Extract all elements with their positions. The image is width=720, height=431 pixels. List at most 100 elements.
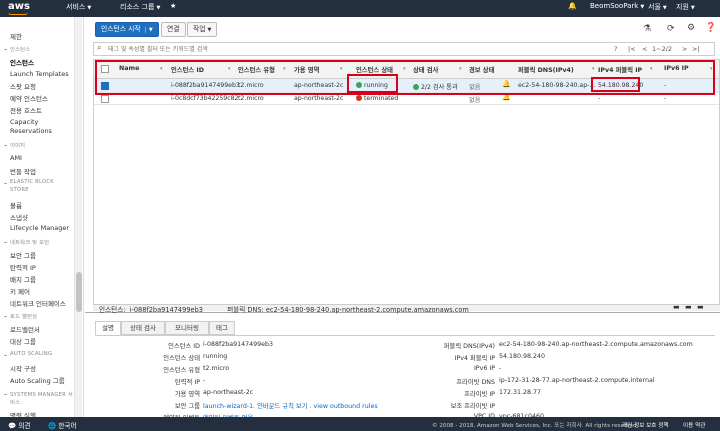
collapse-caret-icon[interactable] [4,145,7,146]
next-page-icon[interactable]: > [682,45,687,53]
prev-page-icon[interactable]: < [642,45,647,53]
sidebar-item[interactable]: Auto Scaling 그룹 [10,375,65,385]
collapse-caret-icon[interactable] [4,242,7,243]
sidebar-item[interactable]: 탄력적 IP [10,262,36,272]
sidebar-item[interactable]: 번들 작업 [10,166,36,176]
panel-bottom-icon[interactable]: ▬ [673,303,680,311]
sidebar-item[interactable]: 보안 그룹 [10,250,36,260]
chat-icon: 💬 [8,422,17,430]
collapse-caret-icon[interactable] [4,49,7,50]
detail-label: 가용 영역 [174,391,200,398]
sidebar-item[interactable]: 인스턴스 [10,57,34,67]
sidebar-item[interactable]: Launch Templates [10,70,69,78]
first-page-icon[interactable]: |< [628,45,636,53]
sidebar-item[interactable]: AMI [10,154,22,162]
sidebar-section-caption: SYSTEMS MANAGER 서 [10,392,73,398]
collapse-caret-icon[interactable] [4,394,7,395]
privacy-link[interactable]: 개인 정보 보호 정책 [622,421,669,429]
panel-split-icon[interactable]: ▬ [685,303,692,311]
aws-logo[interactable]: aws [8,1,30,15]
launch-instance-button[interactable]: 인스턴스 시작 ▼ [95,22,159,37]
chevron-down-icon[interactable]: ▼ [144,27,153,33]
detail-label: 퍼블릭 DNS(IPv4) [443,343,495,350]
sidebar: 제한 인스턴스 인스턴스 Launch Templates 스팟 요청 예약 인스턴스 전용… [0,17,84,417]
detail-value[interactable]: launch-wizard-1. 인바운드 규칙 보기 . view outbo… [203,401,378,410]
sidebar-item[interactable]: 배치 그룹 [10,274,36,284]
sidebar-item[interactable]: 대상 그룹 [10,336,36,346]
chevron-down-icon: ▼ [662,5,667,11]
feedback-link[interactable]: 💬 의견 [8,420,30,430]
sidebar-item[interactable]: 스팟 요청 [10,81,36,91]
support-label: 지원 [676,3,689,11]
sidebar-item[interactable]: 전용 호스트 [10,105,42,115]
sidebar-item[interactable]: 시작 구성 [10,363,36,373]
sidebar-item[interactable]: 키 페어 [10,286,30,296]
tab-tags[interactable]: 태그 [209,321,235,335]
collapse-caret-icon[interactable] [4,183,7,184]
sidebar-item[interactable]: Capacity [10,118,38,126]
detail-dns: ec2-54-180-98-240.ap-northeast-2.compute… [265,306,469,314]
tab-description[interactable]: 설명 [95,321,121,335]
resource-groups-menu[interactable]: 리소스 그룹 ▼ [120,2,160,12]
panel-top-icon[interactable]: ▬ [697,303,704,311]
terms-link[interactable]: 이용 약관 [683,421,705,429]
sidebar-item[interactable]: 스냅샷 [10,212,28,222]
filter-search-bar[interactable]: ⌕ ? |< < 1~2/2 > >| [93,42,715,56]
sidebar-item[interactable]: 로드밸런서 [10,324,40,334]
services-menu[interactable]: 서비스 ▼ [66,2,91,12]
refresh-icon[interactable]: ⟳ [667,24,675,34]
user-name: BeomSooPark [590,2,639,10]
detail-value: - [203,377,206,384]
collapse-caret-icon[interactable] [4,355,7,356]
sidebar-item[interactable]: Lifecycle Manager [10,224,69,232]
pin-icon[interactable]: ★ [170,2,176,10]
help-icon[interactable]: ❓ [705,23,716,33]
bell-icon[interactable]: 🔔 [568,2,577,10]
user-menu[interactable]: BeomSooPark ▼ [590,2,644,10]
flask-icon[interactable]: ⚗ [643,24,651,34]
help-circle-icon[interactable]: ? [614,45,617,53]
support-menu[interactable]: 지원 ▼ [676,2,695,12]
detail-label: IPv4 퍼블릭 IP [454,355,495,362]
detail-value: ec2-54-180-98-240.ap-northeast-2.compute… [499,341,693,348]
sidebar-section-caption: 인스턴스 [10,47,31,53]
sidebar-scrollbar[interactable] [74,17,82,417]
detail-label: 탄력적 IP [174,379,200,386]
row-checkbox[interactable] [101,95,109,103]
language-selector[interactable]: 🌐 한국어 [48,420,77,430]
sidebar-item[interactable]: Reservations [10,127,52,135]
ipv6-ip: - [664,95,667,102]
detail-label: 인스턴스 유형 [163,367,200,374]
gear-icon[interactable]: ⚙ [687,23,695,33]
search-input[interactable] [108,44,588,54]
sidebar-item[interactable]: 명령 실행 [10,410,36,417]
connect-button[interactable]: 연결 [161,22,186,37]
sidebar-item[interactable]: 네트워크 인터페이스 [10,298,66,308]
globe-icon: 🌐 [48,422,57,430]
sidebar-item[interactable]: 볼륨 [10,200,22,210]
region-label: 서울 [648,3,661,11]
chevron-down-icon: ▼ [640,4,645,10]
region-menu[interactable]: 서울 ▼ [648,2,667,12]
sidebar-item[interactable]: 예약 인스턴스 [10,93,48,103]
instances-table: Name ▾ 인스턴스 ID ▾ 인스턴스 유형 ▾ 가용 영역 ▾ 인스턴스 … [93,59,720,305]
tab-monitoring[interactable]: 모니터링 [165,321,209,335]
detail-label: 인스턴스 상태 [163,355,200,362]
page-info: 1~2/2 [652,45,673,53]
last-page-icon[interactable]: >| [692,45,700,53]
detail-value: i-088f2ba9147499eb3 [203,341,274,348]
sidebar-section-caption: STORE [10,187,29,193]
launch-instance-label: 인스턴스 시작 [101,25,141,33]
aws-smile-icon [8,12,28,15]
scrollbar-thumb[interactable] [76,272,82,312]
actions-button[interactable]: 작업 ▼ [187,22,218,37]
sidebar-item[interactable]: 제한 [10,31,22,41]
tab-status-checks[interactable]: 상태 검사 [121,321,165,335]
detail-value: 54.180.98.240 [499,353,546,360]
chevron-down-icon: ▼ [207,27,212,33]
sidebar-section-caption: ELASTIC BLOCK [10,179,54,185]
instance-type: t2.micro [238,95,264,102]
sidebar-section-caption: 비스 [10,400,21,406]
detail-title: 인스턴스: i-088f2ba9147499eb3 퍼블릭 DNS: ec2-5… [99,304,469,314]
collapse-caret-icon[interactable] [4,316,7,317]
